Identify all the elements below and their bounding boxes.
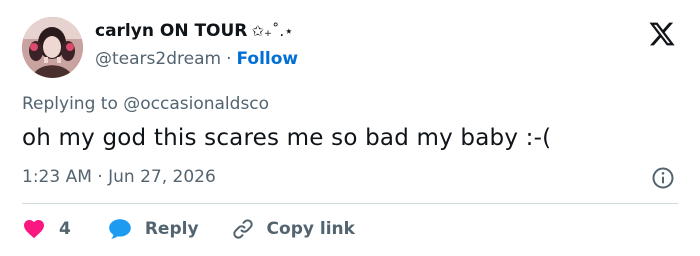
speech-bubble-icon	[109, 219, 131, 239]
tweet-date: Jun 27, 2026	[108, 167, 216, 187]
replying-to-handle[interactable]: @occasionaldsco	[123, 94, 269, 114]
like-button[interactable]: 4	[22, 217, 71, 241]
author-handle-row: @tears2dream · Follow	[95, 49, 298, 69]
copy-link-button[interactable]: Copy link	[231, 217, 355, 241]
action-bar: 4 Reply Copy link	[22, 213, 355, 245]
date-separator: ·	[97, 167, 103, 187]
divider	[22, 203, 678, 204]
avatar[interactable]	[22, 17, 83, 78]
author-display-name[interactable]: carlyn ON TOUR	[95, 21, 247, 41]
copy-link-label: Copy link	[266, 219, 355, 239]
replying-prefix: Replying to	[22, 94, 118, 114]
name-decoration: ✩₊˚.⋆	[251, 22, 294, 40]
handle-separator: ·	[226, 49, 232, 69]
link-icon	[232, 219, 253, 239]
tweet-text: oh my god this scares me so bad my baby …	[22, 125, 552, 151]
reply-label: Reply	[144, 219, 199, 239]
avatar-image	[22, 17, 83, 78]
author-handle[interactable]: @tears2dream	[95, 49, 221, 69]
replying-to-line: Replying to @occasionaldsco	[22, 94, 269, 114]
reply-button[interactable]: Reply	[107, 216, 199, 242]
x-logo-icon[interactable]	[647, 20, 677, 48]
follow-button[interactable]: Follow	[236, 49, 298, 69]
like-count: 4	[59, 219, 71, 239]
heart-icon	[24, 220, 44, 239]
info-icon[interactable]	[651, 166, 675, 190]
author-name-row[interactable]: carlyn ON TOUR ✩₊˚.⋆	[95, 21, 294, 41]
timestamp[interactable]: 1:23 AM · Jun 27, 2026	[22, 167, 216, 187]
tweet-time: 1:23 AM	[22, 167, 92, 187]
